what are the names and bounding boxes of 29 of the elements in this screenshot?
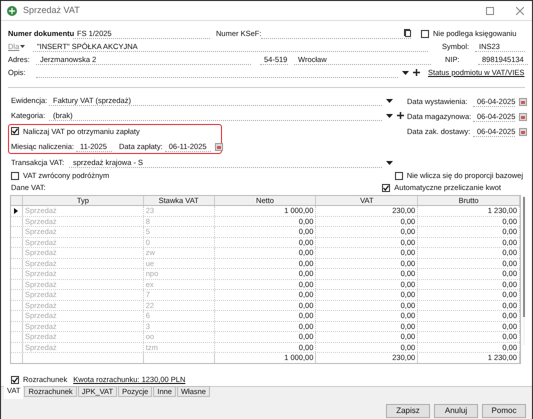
dialog-button[interactable]: Pomoc bbox=[482, 404, 526, 418]
dropdown-caret-icon[interactable] bbox=[20, 45, 26, 48]
checkbox[interactable] bbox=[11, 172, 19, 180]
input-field[interactable] bbox=[261, 28, 411, 39]
calendar-icon[interactable] bbox=[214, 142, 223, 151]
scrollbar[interactable] bbox=[523, 195, 525, 345]
dropdown-caret-icon[interactable] bbox=[386, 98, 393, 102]
dialog-button[interactable]: Anuluj bbox=[434, 404, 478, 418]
dropdown-caret-icon[interactable] bbox=[386, 160, 393, 164]
app-logo-icon bbox=[7, 6, 17, 16]
dropdown-caret-icon[interactable] bbox=[386, 114, 393, 118]
plus-icon[interactable] bbox=[397, 112, 404, 119]
close-icon[interactable] bbox=[516, 6, 524, 14]
check-icon bbox=[12, 128, 18, 134]
checkbox[interactable] bbox=[394, 172, 403, 180]
maximize-icon[interactable] bbox=[486, 6, 494, 14]
plus-icon[interactable] bbox=[413, 69, 420, 76]
dropdown-caret-icon[interactable] bbox=[402, 70, 409, 74]
window-title: Sprzedaż VAT bbox=[23, 4, 80, 17]
copy-icon bbox=[404, 29, 411, 37]
checkbox[interactable] bbox=[382, 184, 390, 192]
checkbox[interactable] bbox=[11, 127, 19, 136]
scrollbar-thumb[interactable] bbox=[523, 197, 525, 317]
row-pointer-icon bbox=[14, 208, 18, 214]
dialog-button[interactable]: Zapisz bbox=[386, 404, 430, 418]
checkbox[interactable] bbox=[421, 30, 429, 38]
checkbox[interactable] bbox=[11, 376, 19, 384]
check-icon bbox=[12, 377, 18, 383]
check-icon bbox=[383, 185, 390, 191]
